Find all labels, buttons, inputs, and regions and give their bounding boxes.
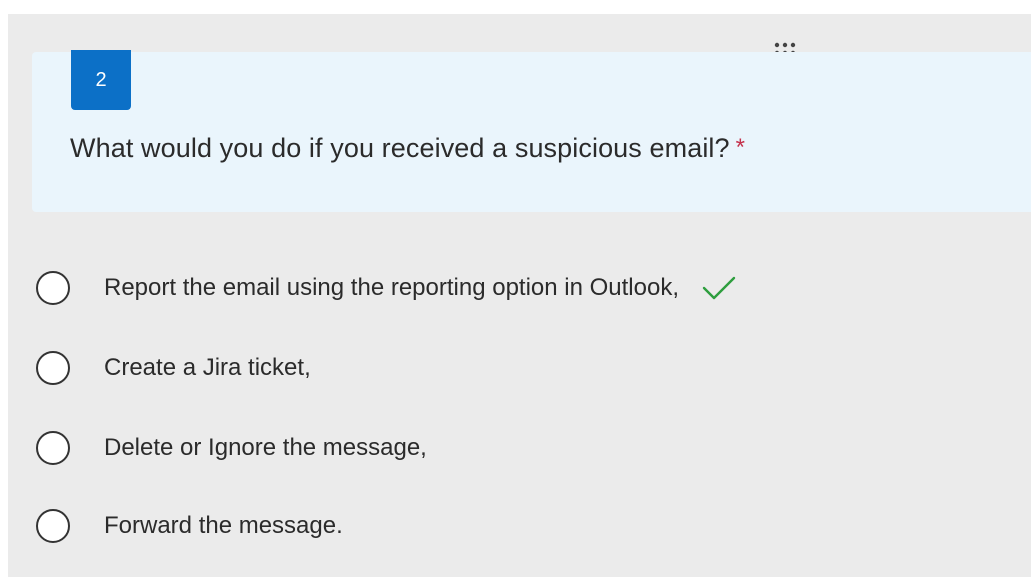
radio-button[interactable] — [36, 431, 70, 465]
option-report-email[interactable]: Report the email using the reporting opt… — [36, 268, 737, 308]
option-forward[interactable]: Forward the message. — [36, 506, 343, 546]
option-label: Delete or Ignore the message, — [104, 434, 427, 461]
option-label: Forward the message. — [104, 512, 343, 539]
radio-button[interactable] — [36, 351, 70, 385]
option-label: Report the email using the reporting opt… — [104, 274, 680, 301]
question-title: What would you do if you received a susp… — [70, 133, 745, 164]
radio-button[interactable] — [36, 509, 70, 543]
option-jira-ticket[interactable]: Create a Jira ticket, — [36, 348, 311, 388]
option-label: Create a Jira ticket, — [104, 354, 311, 381]
option-delete-ignore[interactable]: Delete or Ignore the message, — [36, 428, 427, 468]
question-header — [32, 52, 1031, 212]
question-text: What would you do if you received a susp… — [70, 133, 730, 163]
question-number-badge: 2 — [71, 50, 131, 110]
required-marker: * — [735, 134, 746, 161]
radio-button[interactable] — [36, 271, 70, 305]
checkmark-icon — [702, 276, 736, 300]
